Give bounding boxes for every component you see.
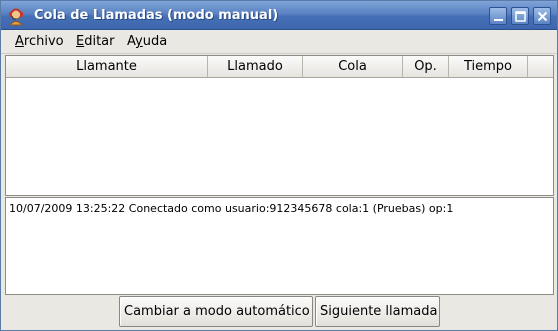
column-header-filler — [528, 56, 553, 77]
menu-bar: Archivo Editar Ayuda — [1, 30, 557, 54]
minimize-button[interactable] — [489, 7, 507, 25]
column-header-llamante[interactable]: Llamante — [6, 56, 208, 77]
table-header: Llamante Llamado Cola Op. Tiempo — [6, 56, 553, 78]
column-header-llamado[interactable]: Llamado — [208, 56, 303, 77]
column-header-tiempo[interactable]: Tiempo — [449, 56, 528, 77]
title-bar[interactable]: Cola de Llamadas (modo manual) — [1, 1, 557, 30]
maximize-button[interactable] — [511, 7, 529, 25]
menu-editar[interactable]: Editar — [75, 33, 116, 51]
log-line: 10/07/2009 13:25:22 Conectado como usuar… — [9, 202, 454, 215]
calls-table[interactable]: Llamante Llamado Cola Op. Tiempo — [5, 55, 554, 196]
menu-ayuda[interactable]: Ayuda — [126, 33, 168, 51]
next-call-button[interactable]: Siguiente llamada — [315, 296, 440, 327]
auto-mode-button[interactable]: Cambiar a modo automático — [119, 296, 313, 327]
close-icon — [537, 11, 548, 22]
minimize-icon — [494, 19, 503, 21]
column-header-op[interactable]: Op. — [403, 56, 449, 77]
menu-archivo[interactable]: Archivo — [14, 33, 65, 51]
log-area[interactable]: 10/07/2009 13:25:22 Conectado como usuar… — [5, 197, 554, 295]
column-header-cola[interactable]: Cola — [303, 56, 403, 77]
phone-operator-icon[interactable] — [6, 6, 26, 26]
close-button[interactable] — [533, 7, 551, 25]
maximize-icon — [515, 11, 526, 22]
window-title: Cola de Llamadas (modo manual) — [34, 8, 279, 23]
main-window: Cola de Llamadas (modo manual) Archivo E… — [0, 0, 558, 331]
